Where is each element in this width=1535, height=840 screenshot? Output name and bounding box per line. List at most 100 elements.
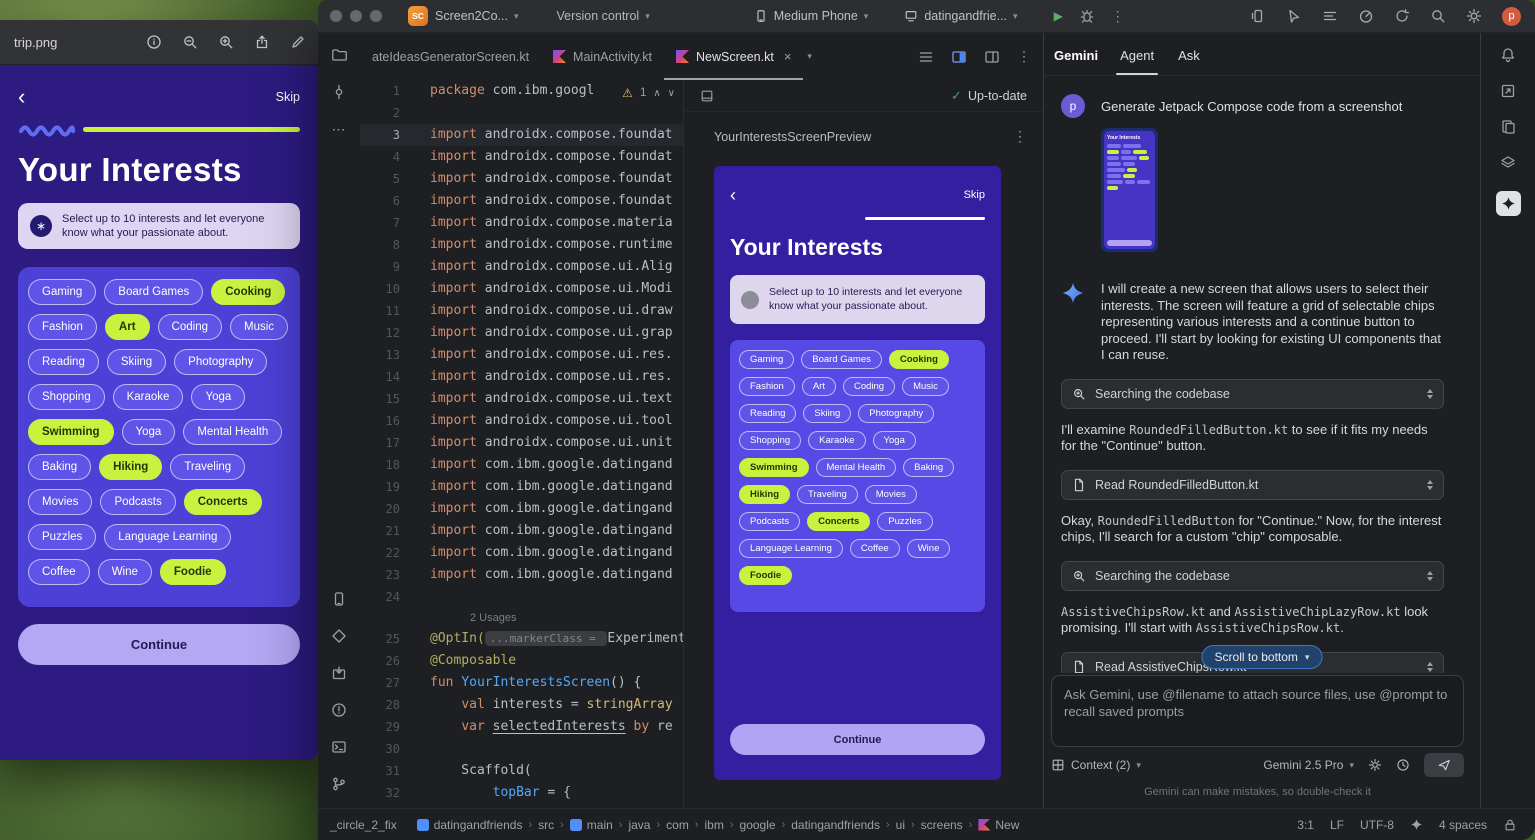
interest-chip-puzzles[interactable]: Puzzles [877, 512, 932, 531]
indent-setting[interactable]: 4 spaces [1439, 818, 1487, 832]
code-line-6[interactable]: 6import androidx.compose.foundat [360, 190, 683, 212]
version-control-icon[interactable] [331, 776, 347, 792]
interest-chip-concerts[interactable]: Concerts [807, 512, 870, 531]
interest-chip-karaoke[interactable]: Karaoke [113, 384, 184, 410]
code-line-9[interactable]: 9import androidx.compose.ui.Alig [360, 256, 683, 278]
interest-chip-reading[interactable]: Reading [28, 349, 99, 375]
interest-chip-yoga[interactable]: Yoga [873, 431, 916, 450]
lock-icon[interactable] [1503, 818, 1517, 832]
code-area[interactable]: 1package com.ibm.googl23import androidx.… [360, 80, 683, 804]
project-folder-icon[interactable] [331, 47, 347, 63]
interest-chip-coding[interactable]: Coding [843, 377, 895, 396]
attached-screenshot-thumbnail[interactable]: Your Interests [1101, 128, 1158, 252]
image-preview-titlebar[interactable]: trip.png [0, 20, 318, 65]
interest-chip-foodie[interactable]: Foodie [739, 566, 792, 585]
project-selector[interactable]: Screen2Co...▾ [435, 9, 519, 23]
code-line-23[interactable]: 23import com.ibm.google.datingand [360, 564, 683, 586]
code-line-2[interactable]: 2 [360, 102, 683, 124]
code-line-11[interactable]: 11import androidx.compose.ui.draw [360, 300, 683, 322]
interest-chip-hiking[interactable]: Hiking [99, 454, 162, 480]
interest-chip-coffee[interactable]: Coffee [28, 559, 90, 585]
breadcrumb[interactable]: datingandfriends›src›main›java›com›ibm›g… [417, 818, 1286, 832]
run-button[interactable]: ▶ [1054, 9, 1063, 23]
interest-chip-music[interactable]: Music [902, 377, 949, 396]
zoom-out-icon[interactable] [182, 34, 198, 50]
minimize-window-button[interactable] [350, 10, 362, 22]
interest-chip-wine[interactable]: Wine [907, 539, 951, 558]
interest-chip-gaming[interactable]: Gaming [739, 350, 794, 369]
interest-chip-cooking[interactable]: Cooking [211, 279, 285, 305]
device-manager-icon[interactable] [331, 591, 347, 607]
gemini-input[interactable] [1062, 684, 1453, 738]
code-line-15[interactable]: 15import androidx.compose.ui.text [360, 388, 683, 410]
tool-call-read-roundedfilledbutton-kt[interactable]: Read RoundedFilledButton.kt [1061, 470, 1444, 500]
expand-collapse-icon[interactable] [1427, 480, 1433, 490]
interest-chip-movies[interactable]: Movies [865, 485, 917, 504]
code-line-16[interactable]: 16import androidx.compose.ui.tool [360, 410, 683, 432]
breadcrumb-item-screens[interactable]: screens [921, 818, 963, 832]
interest-chip-cooking[interactable]: Cooking [889, 350, 949, 369]
interest-chip-baking[interactable]: Baking [28, 454, 91, 480]
gemini-status-icon[interactable] [1410, 818, 1423, 831]
gemini-tool-icon[interactable] [1496, 191, 1521, 216]
device-selector[interactable]: Medium Phone▾ [754, 9, 869, 23]
code-line-8[interactable]: 8import androidx.compose.runtime [360, 234, 683, 256]
model-selector[interactable]: Gemini 2.5 Pro▾ [1263, 758, 1354, 772]
branch-selector[interactable]: datingandfrie...▾ [904, 9, 1017, 23]
code-line-21[interactable]: 21import com.ibm.google.datingand [360, 520, 683, 542]
code-line-14[interactable]: 14import androidx.compose.ui.res. [360, 366, 683, 388]
code-line-5[interactable]: 5import androidx.compose.foundat [360, 168, 683, 190]
skip-button[interactable]: Skip [964, 189, 985, 201]
window-controls[interactable] [330, 10, 382, 22]
layout-inspector-icon[interactable] [1500, 155, 1516, 171]
interest-chip-art[interactable]: Art [105, 314, 150, 340]
code-line-25[interactable]: 25@OptIn(...markerClass = Experiment [360, 628, 683, 650]
interest-chip-foodie[interactable]: Foodie [160, 559, 226, 585]
breadcrumb-item-datingandfriends[interactable]: datingandfriends [791, 818, 880, 832]
history-icon[interactable] [1396, 758, 1410, 772]
share-icon[interactable] [254, 34, 270, 50]
split-editor-icon[interactable] [951, 49, 967, 65]
interest-chip-swimming[interactable]: Swimming [28, 419, 114, 445]
resource-manager-icon[interactable] [331, 628, 347, 644]
interest-chip-hiking[interactable]: Hiking [739, 485, 790, 504]
interest-chip-karaoke[interactable]: Karaoke [808, 431, 865, 450]
tool-call-searching-the-codebase[interactable]: Searching the codebase [1061, 561, 1444, 591]
breadcrumb-item-ibm[interactable]: ibm [705, 818, 724, 832]
interest-chip-baking[interactable]: Baking [903, 458, 954, 477]
caret-position[interactable]: 3:1 [1297, 818, 1314, 832]
interest-chip-yoga[interactable]: Yoga [191, 384, 245, 410]
close-tab-icon[interactable]: × [784, 49, 792, 64]
interest-chip-swimming[interactable]: Swimming [739, 458, 809, 477]
breadcrumb-item-new[interactable]: New [978, 818, 1019, 832]
interest-chip-mental-health[interactable]: Mental Health [816, 458, 897, 477]
skip-button[interactable]: Skip [276, 90, 300, 104]
interest-chip-shopping[interactable]: Shopping [28, 384, 105, 410]
breadcrumb-item-com[interactable]: com [666, 818, 689, 832]
interest-chip-skiing[interactable]: Skiing [803, 404, 851, 423]
more-actions-icon[interactable]: ⋮ [1111, 8, 1125, 25]
interest-chip-fashion[interactable]: Fashion [739, 377, 795, 396]
interest-chip-yoga[interactable]: Yoga [122, 419, 176, 445]
scroll-to-bottom-button[interactable]: Scroll to bottom ▾ [1202, 645, 1323, 669]
code-line-30[interactable]: 30 [360, 738, 683, 760]
zoom-in-icon[interactable] [218, 34, 234, 50]
code-line-17[interactable]: 17import androidx.compose.ui.unit [360, 432, 683, 454]
preview-options-icon[interactable]: ⋮ [1013, 128, 1027, 145]
tool-call-searching-the-codebase[interactable]: Searching the codebase [1061, 379, 1444, 409]
hidden-tabs-chevron-icon[interactable]: ▾ [807, 51, 812, 62]
gemini-settings-icon[interactable] [1368, 758, 1382, 772]
expand-collapse-icon[interactable] [1427, 571, 1433, 581]
sync-project-icon[interactable] [1394, 8, 1410, 24]
breadcrumb-item-src[interactable]: src [538, 818, 554, 832]
interest-chip-movies[interactable]: Movies [28, 489, 92, 515]
prev-problem-button[interactable]: ∧ [653, 88, 660, 99]
interest-chip-reading[interactable]: Reading [739, 404, 796, 423]
terminal-icon[interactable] [331, 739, 347, 755]
pointer-mode-icon[interactable] [1286, 8, 1302, 24]
interest-chip-traveling[interactable]: Traveling [797, 485, 858, 504]
code-line-26[interactable]: 26@Composable [360, 650, 683, 672]
continue-button[interactable]: Continue [18, 624, 300, 665]
breadcrumb-item-datingandfriends[interactable]: datingandfriends [417, 818, 523, 832]
interest-chip-music[interactable]: Music [230, 314, 288, 340]
